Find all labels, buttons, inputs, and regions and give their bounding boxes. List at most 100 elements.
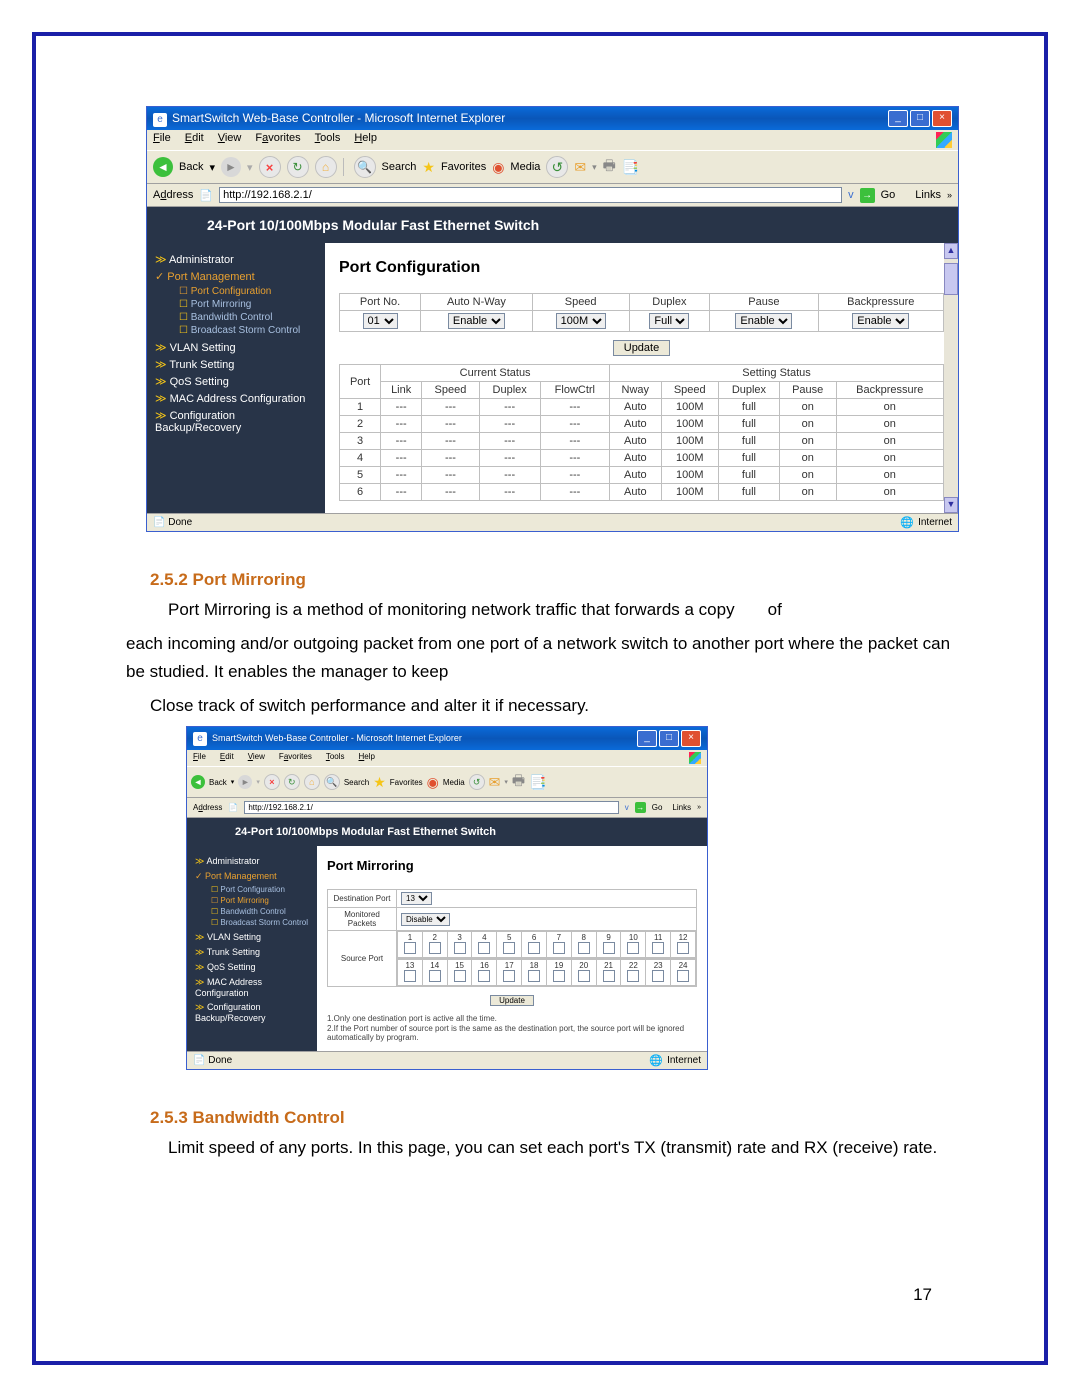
- forward-icon[interactable]: ►: [221, 157, 241, 177]
- discuss-icon[interactable]: 📑: [622, 159, 639, 176]
- back-dd-2[interactable]: ▾: [231, 778, 235, 786]
- port-checkbox-15[interactable]: [454, 970, 466, 982]
- sidebar-portmirror-2[interactable]: Port Mirroring: [211, 895, 311, 906]
- port-checkbox-14[interactable]: [429, 970, 441, 982]
- sidebar-mac-2[interactable]: MAC Address Configuration: [195, 977, 311, 998]
- go-icon-2[interactable]: →: [635, 802, 646, 813]
- go-button-2[interactable]: Go: [652, 803, 663, 812]
- select-pause[interactable]: Enable: [735, 313, 792, 329]
- history-icon[interactable]: ↺: [546, 156, 568, 178]
- port-checkbox-7[interactable]: [553, 942, 565, 954]
- search-button-2[interactable]: Search: [344, 778, 369, 787]
- sidebar-item-config[interactable]: Configuration Backup/Recovery: [155, 409, 319, 434]
- menu-file-2[interactable]: File: [193, 752, 206, 764]
- select-portno[interactable]: 01: [363, 313, 398, 329]
- port-checkbox-3[interactable]: [454, 942, 466, 954]
- select-anw[interactable]: Enable: [448, 313, 505, 329]
- links-chevron-icon[interactable]: »: [947, 190, 952, 200]
- sidebar-item-portmirror[interactable]: Port Mirroring: [179, 298, 319, 311]
- port-checkbox-5[interactable]: [503, 942, 515, 954]
- links-label[interactable]: Links: [915, 189, 941, 201]
- refresh-icon[interactable]: ↻: [287, 156, 309, 178]
- minimize-button-2[interactable]: _: [637, 730, 657, 747]
- sidebar-item-portconfig[interactable]: Port Configuration: [179, 285, 319, 298]
- favorites-icon[interactable]: ★: [422, 159, 435, 176]
- search-icon[interactable]: 🔍: [354, 156, 376, 178]
- scroll-up-icon[interactable]: ▲: [944, 243, 958, 259]
- port-checkbox-10[interactable]: [627, 942, 639, 954]
- media-button[interactable]: Media: [510, 161, 540, 173]
- stop-icon[interactable]: ×: [259, 156, 281, 178]
- scrollbar[interactable]: ▲ ▼: [944, 243, 958, 513]
- sidebar-config-2[interactable]: Configuration Backup/Recovery: [195, 1002, 311, 1023]
- sidebar-broadcast-2[interactable]: Broadcast Storm Control: [211, 917, 311, 928]
- mail-icon[interactable]: ✉: [574, 159, 586, 176]
- close-button[interactable]: ×: [932, 110, 952, 127]
- port-checkbox-9[interactable]: [603, 942, 615, 954]
- sidebar-portmgmt-2[interactable]: Port Management: [195, 871, 311, 882]
- sidebar-bandwidth-2[interactable]: Bandwidth Control: [211, 906, 311, 917]
- back-button-2[interactable]: Back: [209, 778, 227, 787]
- menu-view[interactable]: View: [218, 132, 242, 148]
- port-checkbox-23[interactable]: [652, 970, 664, 982]
- port-checkbox-17[interactable]: [503, 970, 515, 982]
- menu-help[interactable]: Help: [354, 132, 377, 148]
- addr-dropdown-icon[interactable]: v: [848, 189, 854, 201]
- select-duplex[interactable]: Full: [649, 313, 689, 329]
- port-checkbox-19[interactable]: [553, 970, 565, 982]
- fwd-dropdown-icon[interactable]: ▾: [247, 161, 253, 174]
- stop-icon-2[interactable]: ×: [264, 774, 280, 790]
- sidebar-item-trunk[interactable]: Trunk Setting: [155, 358, 319, 371]
- close-button-2[interactable]: ×: [681, 730, 701, 747]
- back-icon[interactable]: ◄: [153, 157, 173, 177]
- sidebar-item-portmgmt[interactable]: Port Management: [155, 270, 319, 283]
- menu-tools[interactable]: Tools: [315, 132, 341, 148]
- search-button[interactable]: Search: [382, 161, 417, 173]
- home-icon-2[interactable]: ⌂: [304, 774, 320, 790]
- menu-favorites-2[interactable]: Favorites: [279, 752, 312, 764]
- scroll-down-icon[interactable]: ▼: [944, 497, 958, 513]
- go-button[interactable]: Go: [881, 189, 896, 201]
- port-checkbox-11[interactable]: [652, 942, 664, 954]
- mail-icon-2[interactable]: ✉: [489, 774, 501, 791]
- go-icon[interactable]: →: [860, 188, 875, 203]
- favorites-icon-2[interactable]: ★: [373, 774, 386, 791]
- print-icon-2[interactable]: 🖶: [512, 770, 525, 794]
- port-checkbox-13[interactable]: [404, 970, 416, 982]
- update-button[interactable]: Update: [613, 340, 670, 356]
- back-button[interactable]: Back: [179, 161, 203, 173]
- menu-edit[interactable]: Edit: [185, 132, 204, 148]
- search-icon-2[interactable]: 🔍: [324, 774, 340, 790]
- port-checkbox-21[interactable]: [603, 970, 615, 982]
- sidebar-vlan-2[interactable]: VLAN Setting: [195, 932, 311, 943]
- menu-edit-2[interactable]: Edit: [220, 752, 234, 764]
- links-label-2[interactable]: Links: [672, 803, 691, 812]
- favorites-button-2[interactable]: Favorites: [390, 778, 423, 787]
- menu-view-2[interactable]: View: [248, 752, 265, 764]
- sidebar-trunk-2[interactable]: Trunk Setting: [195, 947, 311, 958]
- refresh-icon-2[interactable]: ↻: [284, 774, 300, 790]
- menu-favorites[interactable]: Favorites: [255, 132, 300, 148]
- select-bp[interactable]: Enable: [852, 313, 909, 329]
- port-checkbox-6[interactable]: [528, 942, 540, 954]
- port-checkbox-16[interactable]: [478, 970, 490, 982]
- print-icon[interactable]: 🖶: [603, 155, 616, 179]
- back-dropdown-icon[interactable]: ▾: [209, 161, 215, 174]
- media-button-2[interactable]: Media: [443, 778, 465, 787]
- sidebar-qos-2[interactable]: QoS Setting: [195, 962, 311, 973]
- select-destport[interactable]: 13: [401, 892, 432, 905]
- port-checkbox-1[interactable]: [404, 942, 416, 954]
- port-checkbox-12[interactable]: [677, 942, 689, 954]
- port-checkbox-22[interactable]: [627, 970, 639, 982]
- menu-help-2[interactable]: Help: [359, 752, 375, 764]
- select-speed[interactable]: 100M: [556, 313, 606, 329]
- back-icon-2[interactable]: ◄: [191, 775, 205, 789]
- home-icon[interactable]: ⌂: [315, 156, 337, 178]
- links-chevron-2[interactable]: »: [697, 804, 701, 811]
- forward-icon-2[interactable]: ►: [238, 775, 252, 789]
- discuss-icon-2[interactable]: 📑: [529, 774, 546, 791]
- sidebar-item-admin[interactable]: Administrator: [155, 253, 319, 266]
- menu-file[interactable]: File: [153, 132, 171, 148]
- sidebar-item-bandwidth[interactable]: Bandwidth Control: [179, 311, 319, 324]
- menu-tools-2[interactable]: Tools: [326, 752, 345, 764]
